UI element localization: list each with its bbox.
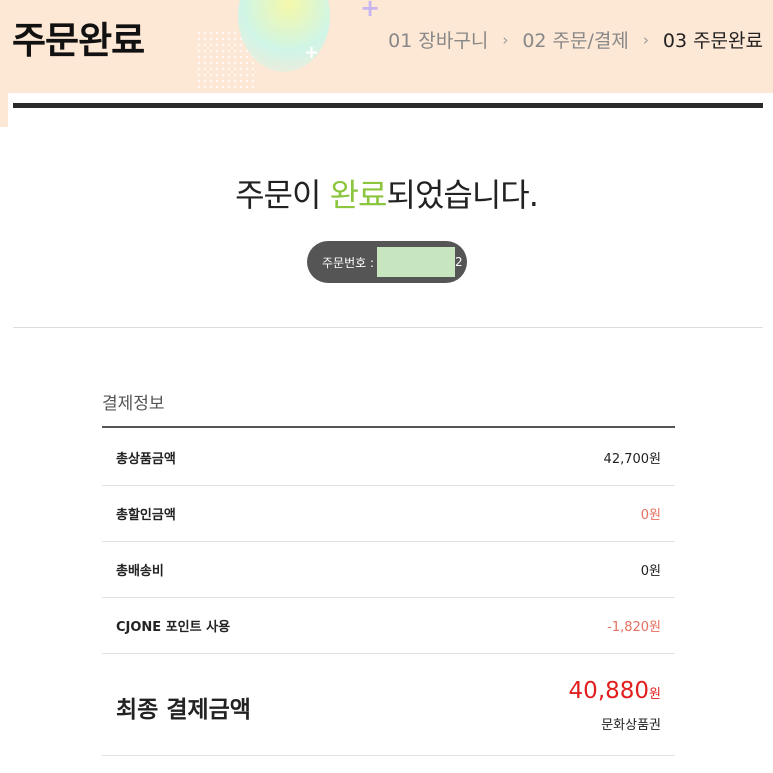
order-number-redacted xyxy=(377,247,456,277)
completion-message-prefix: 주문이 xyxy=(235,176,330,214)
payment-row-value: 0원 xyxy=(640,564,661,579)
payment-method: 문화상품권 xyxy=(601,718,661,733)
completion-message-suffix: 되었습니다. xyxy=(386,176,539,214)
step-checkout: 02 주문/결제 xyxy=(522,30,629,52)
page-title: 주문완료 xyxy=(12,19,145,62)
section-divider xyxy=(13,103,763,108)
completion-message: 주문이 완료되었습니다. xyxy=(0,170,773,216)
payment-row-value: 42,700원 xyxy=(603,452,661,467)
completion-message-accent: 완료 xyxy=(329,176,388,214)
plus-decoration-icon: + xyxy=(360,0,381,22)
payment-row-label: 총상품금액 xyxy=(116,452,176,467)
total-amount: 40,880원 xyxy=(569,678,661,704)
total-amount-unit: 원 xyxy=(649,687,661,702)
payment-row-discount: 총할인금액 0원 xyxy=(102,486,675,542)
payment-table-top-line xyxy=(102,426,675,428)
payment-row-shipping: 총배송비 0원 xyxy=(102,542,675,598)
payment-row-subtotal: 총상품금액 42,700원 xyxy=(102,430,675,486)
page-header: + + 주문완료 01 장바구니 › 02 주문/결제 › 03 주문완료 xyxy=(0,0,773,93)
payment-row-label: 총할인금액 xyxy=(116,508,176,523)
payment-total-row: 최종 결제금액 40,880원 문화상품권 xyxy=(102,654,675,756)
payment-row-value: 0원 xyxy=(640,508,661,523)
chevron-right-icon: › xyxy=(642,30,649,49)
order-steps: 01 장바구니 › 02 주문/결제 › 03 주문완료 xyxy=(388,26,763,53)
content-divider xyxy=(13,327,763,328)
total-label: 최종 결제금액 xyxy=(116,697,251,723)
order-number-suffix: 2 xyxy=(455,255,463,269)
step-complete: 03 주문완료 xyxy=(662,30,763,52)
header-edge xyxy=(0,93,8,127)
step-cart: 01 장바구니 xyxy=(388,30,489,52)
payment-row-label: 총배송비 xyxy=(116,564,164,579)
payment-row-label: CJONE 포인트 사용 xyxy=(116,620,231,635)
order-number-badge: 주문번호 : 2 xyxy=(307,241,467,283)
chevron-right-icon: › xyxy=(502,30,509,49)
payment-info-title: 결제정보 xyxy=(102,394,165,414)
plus-decoration-icon: + xyxy=(304,42,320,63)
payment-row-value: -1,820원 xyxy=(607,620,661,635)
payment-row-points: CJONE 포인트 사용 -1,820원 xyxy=(102,598,675,654)
total-amount-value: 40,880 xyxy=(568,678,650,704)
order-number-label: 주문번호 : xyxy=(322,255,375,270)
